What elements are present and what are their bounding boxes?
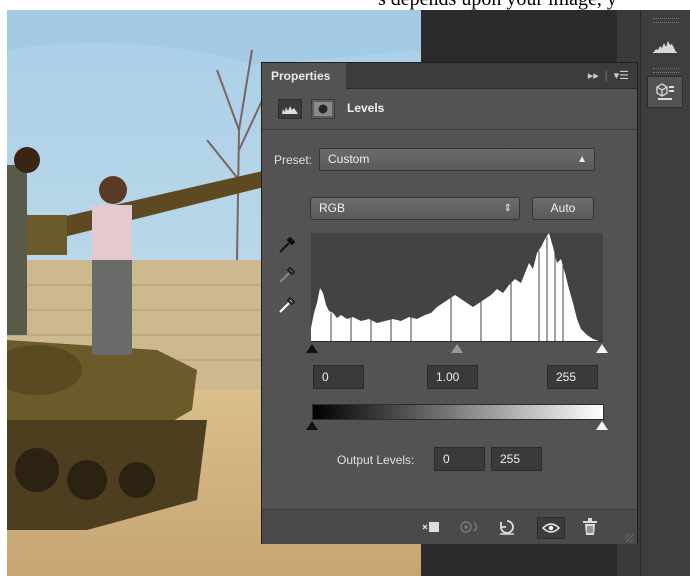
mask-icon[interactable] [311,99,335,119]
collapse-icon[interactable]: ▸▸ [588,69,599,82]
panel-menu-icon[interactable]: ▾☰ [614,69,629,82]
gray-point-eyedropper-icon[interactable] [277,265,297,285]
input-black-field[interactable]: 0 [313,365,364,389]
controls-divider: | [604,69,608,82]
output-white-field[interactable]: 255 [491,447,542,471]
white-point-eyedropper-icon[interactable] [277,295,297,315]
panel-tabbar: Properties ▸▸ | ▾☰ [262,63,637,89]
panel-footer [262,509,637,544]
visibility-eye-icon[interactable] [537,517,565,539]
right-dock [640,10,690,576]
resize-grip-icon[interactable] [625,534,633,542]
histogram-graph [311,233,599,341]
auto-button[interactable]: Auto [532,197,594,220]
white-input-slider[interactable] [596,344,608,353]
black-point-eyedropper-icon[interactable] [277,235,297,255]
output-black-field[interactable]: 0 [434,447,485,471]
preset-value: Custom [328,152,370,166]
select-arrows-icon: ▲ [577,154,587,165]
panel-title: Levels [347,101,385,115]
histogram [311,233,603,341]
delete-icon[interactable] [579,517,601,537]
input-white-field[interactable]: 255 [547,365,598,389]
histogram-baseline [311,341,603,342]
reset-icon[interactable] [496,517,518,537]
input-gamma-field[interactable]: 1.00 [427,365,478,389]
output-gradient [312,404,604,420]
dock-grip-2[interactable] [653,68,679,73]
caption-text: s depends upon your image, y [0,0,690,10]
properties-panel: Properties ▸▸ | ▾☰ Levels Preset: Custom… [261,62,638,544]
select-arrows-icon-2: ⇕ [503,203,512,214]
histogram-dock-icon [653,41,677,53]
properties-dock-icon [656,83,674,100]
gamma-input-slider[interactable] [451,344,463,353]
clip-to-layer-icon[interactable] [420,517,442,537]
preset-label: Preset: [274,153,313,167]
histogram-icon[interactable] [278,99,302,119]
channel-value: RGB [319,201,346,215]
properties-dock-button[interactable] [647,76,683,108]
black-output-slider[interactable] [306,421,318,430]
levels-header: Levels [262,89,637,130]
tab-properties[interactable]: Properties [262,63,346,89]
channel-select[interactable]: RGB ⇕ [310,197,520,220]
histogram-dock-button[interactable] [647,30,683,60]
caption-line: s depends upon your image, y [378,0,617,9]
panel-controls: ▸▸ | ▾☰ [588,69,629,83]
white-output-slider[interactable] [596,421,608,430]
dock-grip[interactable] [653,18,679,23]
view-previous-icon[interactable] [458,517,480,537]
black-input-slider[interactable] [306,344,318,353]
output-levels-label: Output Levels: [337,453,415,467]
preset-select[interactable]: Custom ▲ [319,148,595,171]
